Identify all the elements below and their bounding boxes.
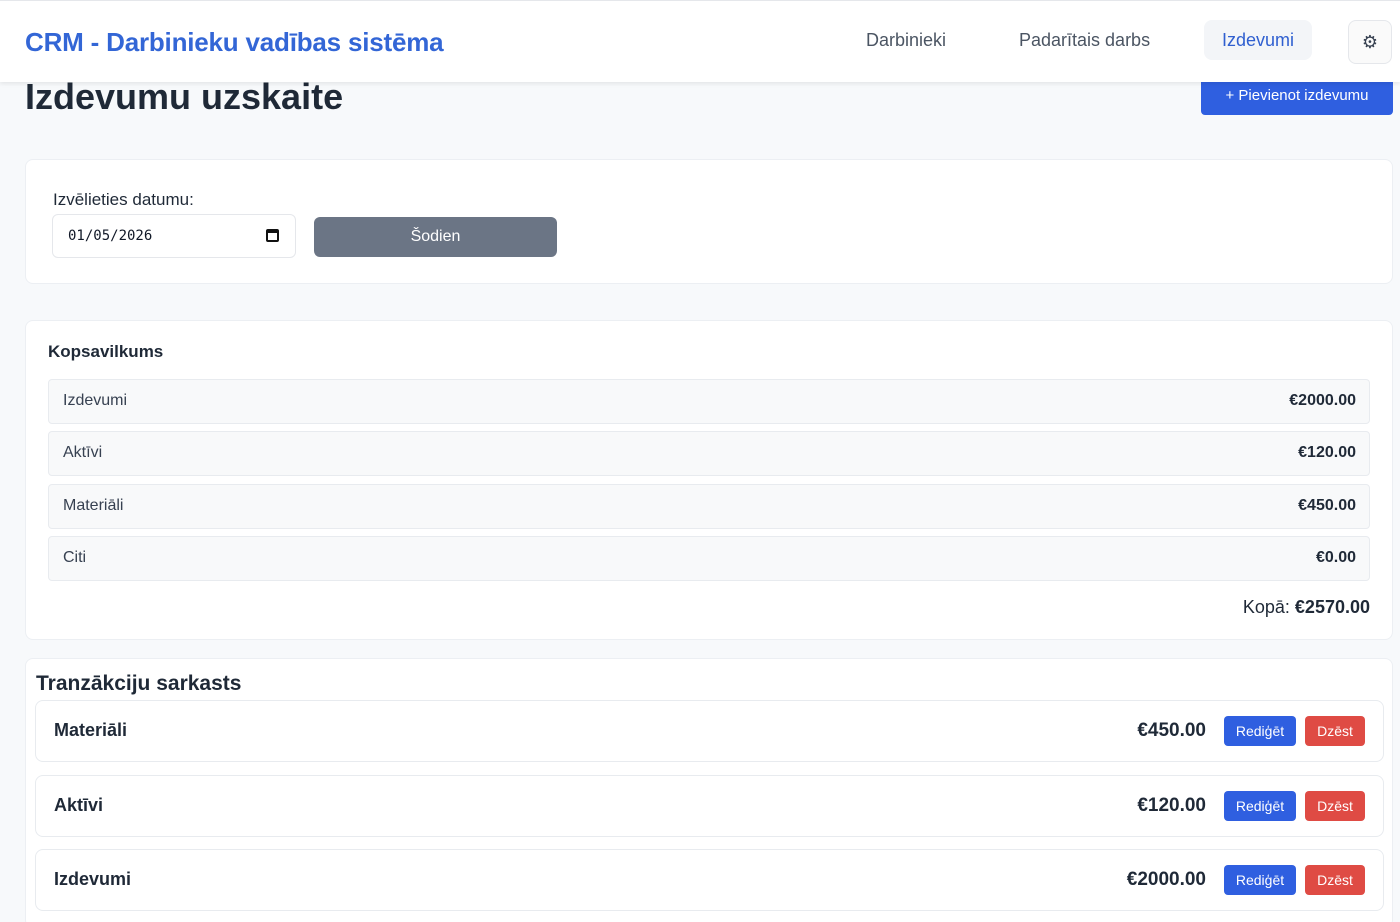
- date-label: Izvēlieties datumu:: [53, 190, 194, 209]
- edit-button[interactable]: Rediģēt: [1224, 791, 1296, 821]
- summary-total: Kopā: €2570.00: [1243, 597, 1370, 618]
- total-label: Kopā:: [1242, 597, 1290, 617]
- transaction-category: Materiāli: [54, 720, 128, 740]
- summary-row-value: €120.00: [1298, 444, 1356, 461]
- transaction-amount: €450.00: [1137, 720, 1206, 741]
- gear-icon: ⚙: [1361, 31, 1379, 52]
- summary-row: Citi €0.00: [48, 536, 1370, 581]
- transaction-row: Aktīvi €120.00 Rediģēt Dzēst: [35, 775, 1384, 837]
- edit-button[interactable]: Rediģēt: [1224, 865, 1296, 895]
- summary-title: Kopsavilkums: [48, 342, 164, 361]
- delete-button[interactable]: Dzēst: [1305, 865, 1365, 895]
- calendar-icon[interactable]: [266, 229, 279, 242]
- summary-row: Materiāli €450.00: [48, 484, 1370, 529]
- summary-row-value: €0.00: [1315, 549, 1356, 566]
- top-navbar: CRM - Darbinieku vadības sistēma Darbini…: [0, 0, 1400, 82]
- nav-padaritais-darbs[interactable]: Padarītais darbs: [1001, 20, 1168, 60]
- summary-row: Izdevumi €2000.00: [48, 379, 1370, 424]
- nav-darbinieki[interactable]: Darbinieki: [848, 20, 964, 60]
- transactions-title: Tranzākciju sarkasts: [36, 672, 242, 695]
- summary-row-value: €450.00: [1298, 497, 1356, 514]
- page-title: Izdevumu uzskaite: [25, 76, 344, 117]
- app-brand[interactable]: CRM - Darbinieku vadības sistēma: [25, 27, 444, 58]
- summary-row-label: Izdevumi: [63, 392, 128, 409]
- summary-row-label: Materiāli: [63, 497, 124, 514]
- date-value: 01/05/2026: [68, 228, 153, 244]
- transaction-category: Izdevumi: [54, 869, 132, 889]
- summary-card: [25, 320, 1393, 640]
- summary-row-label: Citi: [63, 549, 87, 566]
- nav-izdevumi[interactable]: Izdevumi: [1204, 20, 1313, 60]
- summary-row-value: €2000.00: [1289, 392, 1356, 409]
- total-value: €2570.00: [1294, 597, 1370, 617]
- transaction-amount: €120.00: [1137, 795, 1206, 816]
- date-input[interactable]: 01/05/2026: [52, 214, 296, 258]
- transaction-amount: €2000.00: [1126, 869, 1206, 890]
- delete-button[interactable]: Dzēst: [1305, 716, 1365, 746]
- summary-row: Aktīvi €120.00: [48, 431, 1370, 476]
- transaction-row: Materiāli €450.00 Rediģēt Dzēst: [35, 700, 1384, 762]
- settings-button[interactable]: ⚙: [1348, 20, 1392, 64]
- transaction-category: Aktīvi: [54, 795, 104, 815]
- edit-button[interactable]: Rediģēt: [1224, 716, 1296, 746]
- summary-row-label: Aktīvi: [63, 444, 103, 461]
- today-button[interactable]: Šodien: [314, 217, 557, 257]
- transaction-row: Izdevumi €2000.00 Rediģēt Dzēst: [35, 849, 1384, 911]
- delete-button[interactable]: Dzēst: [1305, 791, 1365, 821]
